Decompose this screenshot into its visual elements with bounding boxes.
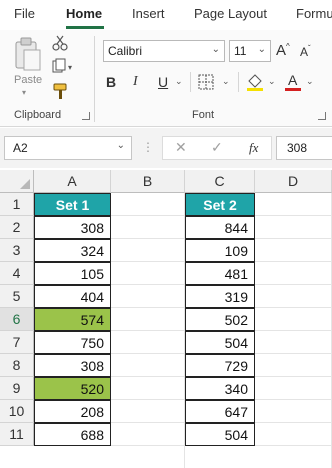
cell-a4[interactable]: 105 [34,262,111,285]
cell-a2[interactable]: 308 [34,216,111,239]
formula-input[interactable]: 308 [276,136,332,160]
cell-c10[interactable]: 647 [185,400,255,423]
chevron-down-icon[interactable]: ⌄ [306,76,314,87]
cell-c11[interactable]: 504 [185,423,255,446]
italic-button[interactable]: I [133,74,138,90]
paste-button[interactable]: Paste ▾ [10,36,44,97]
row-header-2[interactable]: 2 [0,216,34,239]
cell-a5[interactable]: 404 [34,285,111,308]
font-launcher-icon[interactable] [318,112,326,120]
group-divider [94,36,95,122]
format-painter-icon[interactable] [52,82,70,100]
cell-c1-header[interactable]: Set 2 [185,193,255,216]
row-header-4[interactable]: 4 [0,262,34,285]
column-header-b[interactable]: B [111,170,185,193]
chevron-down-icon: ⌄ [257,44,266,55]
cell-a9[interactable]: 520 [34,377,111,400]
font-name-dropdown[interactable]: Calibri ⌄ [103,40,225,62]
divider [190,72,191,92]
tab-file[interactable]: File [14,6,35,21]
cell-a7[interactable]: 750 [34,331,111,354]
cell-c5[interactable]: 319 [185,285,255,308]
bold-button[interactable]: B [106,74,116,90]
cell-a3[interactable]: 324 [34,239,111,262]
cell-c3[interactable]: 109 [185,239,255,262]
increase-font-size-icon[interactable]: A^ [276,42,290,59]
cell-c2[interactable]: 844 [185,216,255,239]
ribbon: Paste ▾ ▾ Clipboard Calibri ⌄ 11 ⌄ A^ Aˇ… [0,30,332,127]
chevron-down-icon: ▾ [22,88,27,97]
cell-c8[interactable]: 729 [185,354,255,377]
row-header-7[interactable]: 7 [0,331,34,354]
cell-a11[interactable]: 688 [34,423,111,446]
cell-a8[interactable]: 308 [34,354,111,377]
row-header-1[interactable]: 1 [0,193,34,216]
paste-label: Paste [14,74,43,86]
cut-icon[interactable] [52,35,68,51]
decrease-font-size-icon[interactable]: Aˇ [300,44,311,59]
cell-a1-header[interactable]: Set 1 [34,193,111,216]
enter-icon[interactable]: ✓ [211,139,223,156]
paste-icon [15,37,41,71]
row-header-11[interactable]: 11 [0,423,34,446]
name-box[interactable]: A2 ⌄ [4,136,132,160]
chevron-down-icon: ⌄ [211,44,220,55]
formula-value: 308 [287,141,308,155]
cell-a6[interactable]: 574 [34,308,111,331]
tab-page-layout[interactable]: Page Layout [194,6,267,21]
chevron-down-icon[interactable]: ⌄ [175,76,183,87]
fill-color-icon[interactable] [246,72,264,92]
tab-insert[interactable]: Insert [132,6,165,21]
clipboard-group-label: Clipboard [14,109,62,121]
svg-text:▾: ▾ [68,63,72,72]
col-b-gridline [184,193,185,468]
tab-home[interactable]: Home [66,6,102,21]
formula-buttons: ✕ ✓ fx [162,136,272,160]
active-tab-indicator [66,26,104,29]
cell-c4[interactable]: 481 [185,262,255,285]
clipboard-launcher-icon[interactable] [82,112,90,120]
column-header-a[interactable]: A [34,170,111,193]
column-header-c[interactable]: C [185,170,255,193]
font-size-dropdown[interactable]: 11 ⌄ [229,40,271,62]
font-name-value: Calibri [108,44,143,58]
borders-icon[interactable] [198,74,214,90]
cell-c6[interactable]: 502 [185,308,255,331]
row-header-6[interactable]: 6 [0,308,34,331]
tab-formulas[interactable]: Formu [296,6,332,21]
name-box-value: A2 [13,141,28,155]
row-header-9[interactable]: 9 [0,377,34,400]
font-color-icon[interactable]: A [284,72,302,92]
underline-button[interactable]: U [158,74,168,90]
cancel-icon[interactable]: ✕ [175,139,187,156]
cell-a10[interactable]: 208 [34,400,111,423]
copy-icon[interactable]: ▾ [52,58,76,74]
chevron-down-icon[interactable]: ⌄ [268,76,276,87]
row-header-8[interactable]: 8 [0,354,34,377]
more-options-icon: ⋮ [142,140,155,154]
row-header-3[interactable]: 3 [0,239,34,262]
ribbon-tabs: File Home Insert Page Layout Formu [0,0,332,30]
row-header-10[interactable]: 10 [0,400,34,423]
divider [238,72,239,92]
chevron-down-icon: ⌄ [116,140,125,151]
cell-c7[interactable]: 504 [185,331,255,354]
chevron-down-icon[interactable]: ⌄ [222,76,230,87]
formula-bar: A2 ⌄ ⋮ ✕ ✓ fx 308 [0,128,332,168]
cell-c9[interactable]: 340 [185,377,255,400]
insert-function-icon[interactable]: fx [249,140,258,156]
font-group-label: Font [192,109,215,121]
font-size-value: 11 [234,44,247,58]
column-header-d[interactable]: D [255,170,332,193]
select-all-icon [20,179,30,189]
worksheet-grid[interactable]: A B C D 1 Set 1 Set 2 2 308 844 3 324 109 4 105 481… [0,170,332,468]
select-all-button[interactable] [0,170,34,193]
row-header-5[interactable]: 5 [0,285,34,308]
